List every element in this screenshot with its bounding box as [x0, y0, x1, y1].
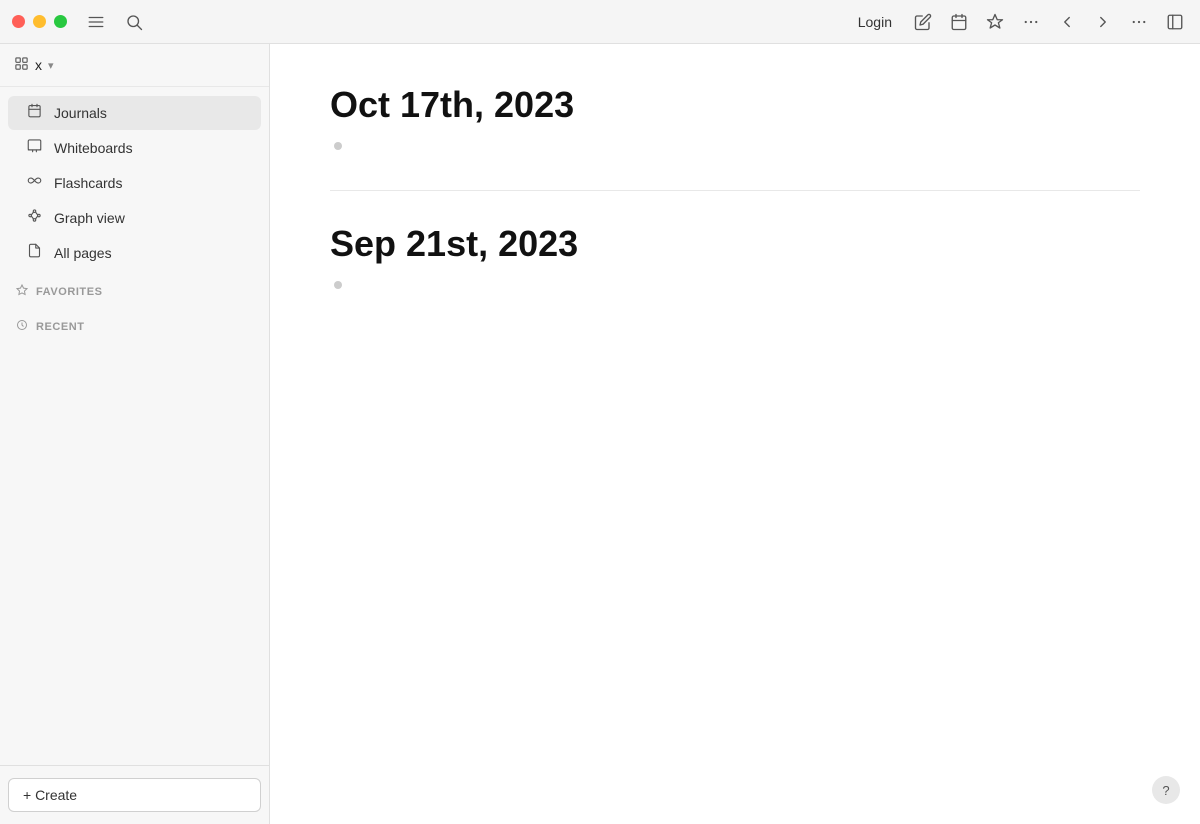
favorites-label: FAVORITES [36, 286, 102, 298]
workspace-header[interactable]: x ▾ [0, 44, 269, 87]
search-icon [125, 13, 143, 31]
whiteboards-label: Whiteboards [54, 140, 133, 156]
graph-view-label: Graph view [54, 210, 125, 226]
more-button[interactable] [1126, 9, 1152, 35]
traffic-lights [12, 15, 67, 28]
whiteboards-icon [24, 138, 44, 158]
journal-entry-1: Oct 17th, 2023 [330, 84, 1140, 150]
back-button[interactable] [1054, 9, 1080, 35]
calendar-icon [950, 13, 968, 31]
recent-icon [16, 319, 28, 334]
calendar-button[interactable] [946, 9, 972, 35]
back-icon [1058, 13, 1076, 31]
extensions-button[interactable] [982, 9, 1008, 35]
extensions-icon [986, 13, 1004, 31]
edit-button[interactable] [910, 9, 936, 35]
sidebar-toggle-button[interactable] [1162, 9, 1188, 35]
settings-icon [1022, 13, 1040, 31]
titlebar-right: Login [850, 9, 1188, 35]
infinity-icon [27, 173, 42, 188]
all-pages-label: All pages [54, 245, 112, 261]
create-button[interactable]: + Create [8, 778, 261, 812]
forward-button[interactable] [1090, 9, 1116, 35]
favorites-section[interactable]: FAVORITES [0, 278, 269, 305]
titlebar: Login [0, 0, 1200, 44]
app-body: x ▾ Journals [0, 44, 1200, 824]
help-button[interactable]: ? [1152, 776, 1180, 804]
grid-icon [14, 56, 29, 71]
chevron-down-icon: ▾ [48, 59, 54, 72]
sidebar-item-flashcards[interactable]: Flashcards [8, 166, 261, 200]
flashcards-label: Flashcards [54, 175, 122, 191]
sidebar-item-all-pages[interactable]: All pages [8, 236, 261, 270]
forward-icon [1094, 13, 1112, 31]
sidebar-item-whiteboards[interactable]: Whiteboards [8, 131, 261, 165]
pages-icon [27, 243, 42, 258]
favorites-icon [16, 284, 28, 299]
menu-button[interactable] [83, 9, 109, 35]
all-pages-icon [24, 243, 44, 263]
whiteboard-icon [27, 138, 42, 153]
close-button[interactable] [12, 15, 25, 28]
workspace-icon [14, 56, 29, 74]
graph-icon [27, 208, 42, 223]
journal-divider [330, 190, 1140, 191]
journal-date-1: Oct 17th, 2023 [330, 84, 1140, 126]
titlebar-left-icons [83, 9, 850, 35]
sidebar-bottom: + Create [0, 765, 269, 824]
recent-section[interactable]: RECENT [0, 313, 269, 340]
sidebar-item-journals[interactable]: Journals [8, 96, 261, 130]
workspace-name: x [35, 57, 42, 73]
graph-view-icon [24, 208, 44, 228]
search-button[interactable] [121, 9, 147, 35]
menu-icon [87, 13, 105, 31]
journal-date-2: Sep 21st, 2023 [330, 223, 1140, 265]
journal-bullet-2 [334, 281, 342, 289]
flashcards-icon [24, 173, 44, 193]
settings-button[interactable] [1018, 9, 1044, 35]
minimize-button[interactable] [33, 15, 46, 28]
journal-bullet-1 [334, 142, 342, 150]
recent-label: RECENT [36, 321, 85, 333]
sidebar-nav: Journals Whiteboards [0, 87, 269, 765]
sidebar-item-graph-view[interactable]: Graph view [8, 201, 261, 235]
main-content: Oct 17th, 2023 Sep 21st, 2023 [270, 44, 1200, 824]
login-button[interactable]: Login [850, 10, 900, 34]
sidebar-toggle-icon [1166, 13, 1184, 31]
sidebar: x ▾ Journals [0, 44, 270, 824]
maximize-button[interactable] [54, 15, 67, 28]
journals-icon [24, 103, 44, 123]
edit-icon [914, 13, 932, 31]
journal-entry-2: Sep 21st, 2023 [330, 223, 1140, 289]
more-icon [1130, 13, 1148, 31]
journals-label: Journals [54, 105, 107, 121]
calendar-small-icon [27, 103, 42, 118]
